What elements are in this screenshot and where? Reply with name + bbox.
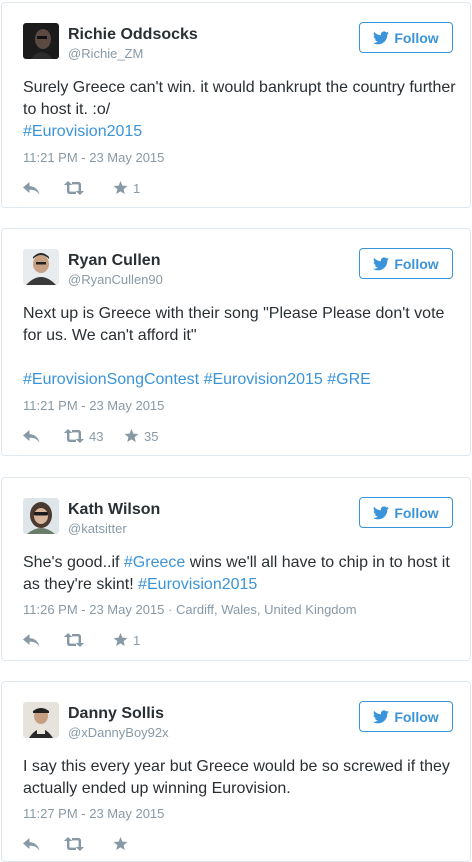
twitter-bird-icon xyxy=(373,256,390,270)
follow-button[interactable]: Follow xyxy=(359,701,453,732)
hashtag-link[interactable]: #EurovisionSongContest xyxy=(23,371,199,388)
tweet-actions xyxy=(23,836,133,852)
tweet-card: Richie Oddsocks @Richie_ZM Follow Surely… xyxy=(1,2,471,208)
user-name[interactable]: Danny Sollis xyxy=(68,704,164,724)
follow-label: Follow xyxy=(394,29,439,46)
tweet-text-line: actually ended up winning Eurovision. xyxy=(23,780,291,797)
tweet-text-line: Next up is Greece with their song "Pleas… xyxy=(23,305,445,322)
retweet-button[interactable]: 43 xyxy=(64,429,124,444)
hashtag-link[interactable]: #Greece xyxy=(124,554,185,571)
follow-label: Follow xyxy=(394,255,439,272)
hashtag-line: #EurovisionSongContest #Eurovision2015 #… xyxy=(23,369,456,391)
reply-icon xyxy=(23,633,40,647)
hashtag-link[interactable]: #Eurovision2015 xyxy=(138,576,257,593)
reply-icon xyxy=(23,181,40,195)
tweet-text-segment: wins we'll all have to chip in to host i… xyxy=(185,554,450,571)
tweet-card: Ryan Cullen @RyanCullen90 Follow Next up… xyxy=(1,228,471,456)
tweet-actions: 1 xyxy=(23,632,140,648)
retweet-icon xyxy=(64,429,84,443)
reply-button[interactable] xyxy=(23,181,64,195)
twitter-bird-icon xyxy=(373,505,390,519)
reply-icon xyxy=(23,837,40,851)
avatar[interactable] xyxy=(23,702,59,738)
reply-icon xyxy=(23,429,40,443)
avatar[interactable] xyxy=(23,498,59,534)
follow-button[interactable]: Follow xyxy=(359,22,453,53)
follow-button[interactable]: Follow xyxy=(359,248,453,279)
tweet-text-line: She's good..if #Greece wins we'll all ha… xyxy=(23,552,456,574)
tweet-card: Kath Wilson @katsitter Follow She's good… xyxy=(1,477,471,661)
star-icon xyxy=(113,837,128,850)
reply-button[interactable] xyxy=(23,429,64,443)
retweet-icon xyxy=(64,181,84,195)
tweet-text-line: to host it. :o/ xyxy=(23,101,111,118)
favorite-count: 1 xyxy=(133,180,141,196)
tweet-timestamp[interactable]: 11:27 PM - 23 May 2015 xyxy=(23,806,164,822)
tweet-text-segment: She's good..if xyxy=(23,554,124,571)
follow-label: Follow xyxy=(394,708,439,725)
tweet-card: Danny Sollis @xDannyBoy92x Follow I say … xyxy=(1,681,471,862)
avatar[interactable] xyxy=(23,23,59,59)
user-name[interactable]: Ryan Cullen xyxy=(68,251,160,271)
user-name[interactable]: Kath Wilson xyxy=(68,500,160,520)
star-icon xyxy=(113,181,128,194)
tweet-actions: 43 35 xyxy=(23,428,158,444)
tweet-text-line: I say this every year but Greece would b… xyxy=(23,758,450,775)
reply-button[interactable] xyxy=(23,837,64,851)
favorite-button[interactable] xyxy=(113,837,133,851)
hashtag-link[interactable]: #Eurovision2015 xyxy=(204,371,323,388)
tweet-text-line: Surely Greece can't win. it would bankru… xyxy=(23,79,456,96)
tweet-text: I say this every year but Greece would b… xyxy=(23,756,456,800)
user-handle[interactable]: @katsitter xyxy=(68,521,127,537)
tweet-text: She's good..if #Greece wins we'll all ha… xyxy=(23,552,456,596)
star-icon xyxy=(124,429,139,442)
favorite-count: 1 xyxy=(133,632,141,648)
favorite-count: 35 xyxy=(144,428,159,444)
hashtag-link[interactable]: #Eurovision2015 xyxy=(23,121,456,143)
tweet-text-line: as they're skint! #Eurovision2015 xyxy=(23,574,456,596)
tweet-text: Surely Greece can't win. it would bankru… xyxy=(23,77,456,143)
favorite-button[interactable]: 1 xyxy=(113,633,140,648)
tweet-timestamp[interactable]: 11:21 PM - 23 May 2015 xyxy=(23,398,164,414)
user-handle[interactable]: @Richie_ZM xyxy=(68,46,143,62)
user-name[interactable]: Richie Oddsocks xyxy=(68,25,198,45)
reply-button[interactable] xyxy=(23,633,64,647)
retweet-button[interactable] xyxy=(64,181,113,195)
user-handle[interactable]: @xDannyBoy92x xyxy=(68,725,169,741)
retweet-button[interactable] xyxy=(64,633,113,647)
retweet-icon xyxy=(64,837,84,851)
tweet-text-line: for us. We can't afford it" xyxy=(23,327,197,344)
tweet-timestamp[interactable]: 11:26 PM - 23 May 2015 · Cardiff, Wales,… xyxy=(23,602,357,618)
favorite-button[interactable]: 1 xyxy=(113,181,140,196)
favorite-button[interactable]: 35 xyxy=(124,429,158,444)
retweet-icon xyxy=(64,633,84,647)
user-handle[interactable]: @RyanCullen90 xyxy=(68,272,163,288)
tweet-actions: 1 xyxy=(23,180,140,196)
follow-label: Follow xyxy=(394,504,439,521)
avatar[interactable] xyxy=(23,249,59,285)
star-icon xyxy=(113,633,128,646)
tweet-timestamp[interactable]: 11:21 PM - 23 May 2015 xyxy=(23,150,164,166)
twitter-bird-icon xyxy=(373,30,390,44)
retweet-button[interactable] xyxy=(64,837,113,851)
follow-button[interactable]: Follow xyxy=(359,497,453,528)
tweet-text-segment: as they're skint! xyxy=(23,576,139,593)
retweet-count: 43 xyxy=(89,428,104,444)
twitter-bird-icon xyxy=(373,709,390,723)
hashtag-link[interactable]: #GRE xyxy=(327,371,371,388)
tweet-text: Next up is Greece with their song "Pleas… xyxy=(23,303,456,391)
